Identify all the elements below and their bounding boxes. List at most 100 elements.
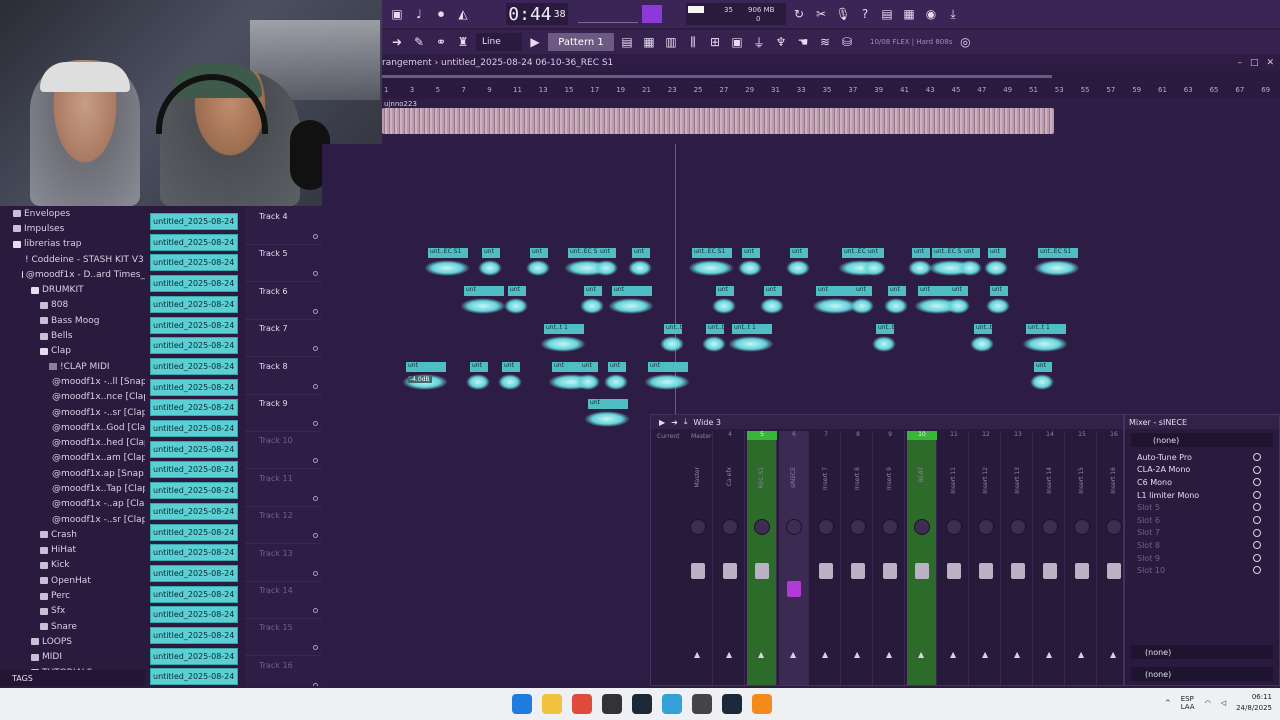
- help-icon[interactable]: ?: [856, 5, 874, 23]
- clip-source-item[interactable]: untitled_2025-08-24 06-: [150, 316, 238, 334]
- piano-roll-icon[interactable]: ▦: [640, 33, 658, 51]
- plugin-icon[interactable]: ▦: [900, 5, 918, 23]
- pattern-select[interactable]: Pattern 1: [548, 33, 614, 51]
- playlist-clip[interactable]: unt: [482, 248, 500, 258]
- playlist-clip[interactable]: unt: [612, 286, 652, 296]
- volume-fader[interactable]: [979, 563, 993, 579]
- fx-slot[interactable]: Slot 6: [1125, 514, 1279, 527]
- playlist-icon[interactable]: ▤: [618, 33, 636, 51]
- close-icon[interactable]: ✕: [1266, 58, 1274, 68]
- steam-app-icon[interactable]: [722, 694, 742, 714]
- microphone-icon[interactable]: 🎙: [834, 5, 852, 23]
- volume-fader[interactable]: [691, 563, 705, 579]
- browser-item[interactable]: Kick: [0, 558, 145, 573]
- fx-slot[interactable]: Auto-Tune Pro: [1125, 451, 1279, 464]
- app-icon[interactable]: [692, 694, 712, 714]
- clip-source-item[interactable]: untitled_2025-08-24 06-: [150, 275, 238, 293]
- playlist-clip[interactable]: unt: [406, 362, 446, 372]
- playlist-clip[interactable]: unt: [470, 362, 488, 372]
- pattern-color-swatch[interactable]: [642, 5, 662, 23]
- pan-knob[interactable]: [786, 519, 802, 535]
- playlist-clip[interactable]: unt: [580, 362, 598, 372]
- clip-source-item[interactable]: untitled_2025-08-24 06-: [150, 399, 238, 417]
- tuner-icon[interactable]: ♆: [772, 33, 790, 51]
- playlist-clip[interactable]: unt..t 1: [974, 324, 992, 334]
- fl-studio-icon[interactable]: [752, 694, 772, 714]
- pan-knob[interactable]: [1074, 519, 1090, 535]
- fx-enable-toggle[interactable]: [1253, 528, 1261, 537]
- pan-knob[interactable]: [850, 519, 866, 535]
- timeline-ruler[interactable]: 1 3 5 7 9 11 13 15 17 19 21 23 25 27 29 31 33 35 37 39 41 43 4…: [382, 84, 1280, 98]
- playlist-clip[interactable]: unt: [648, 362, 688, 372]
- pan-knob[interactable]: [818, 519, 834, 535]
- chat-icon[interactable]: ◉: [922, 5, 940, 23]
- arrow-icon[interactable]: ➜: [671, 418, 678, 427]
- play-icon[interactable]: ▶: [659, 418, 665, 427]
- playlist-clip[interactable]: unt: [950, 286, 968, 296]
- volume-fader[interactable]: [1107, 563, 1121, 579]
- track-header[interactable]: Track 13: [245, 545, 322, 582]
- track-header[interactable]: Track 10: [245, 432, 322, 470]
- link-icon[interactable]: ⚭: [432, 33, 450, 51]
- browser-item[interactable]: Perc: [0, 588, 145, 603]
- playlist-clip[interactable]: unt: [716, 286, 734, 296]
- mixer-strip[interactable]: 13 Insert 13 ▲: [1003, 431, 1033, 685]
- mixer-strip[interactable]: 11 Insert 11 ▲: [939, 431, 969, 685]
- obs-icon[interactable]: [602, 694, 622, 714]
- route-arrow-icon[interactable]: ▲: [1078, 650, 1084, 659]
- track-header[interactable]: Track 15: [245, 619, 322, 657]
- fx-slot[interactable]: Slot 9: [1125, 552, 1279, 565]
- volume-fader[interactable]: [1011, 563, 1025, 579]
- mixer-strip[interactable]: 16 Insert 16 ▲: [1099, 431, 1123, 685]
- route-arrow-icon[interactable]: ▲: [790, 650, 796, 659]
- clip-source-item[interactable]: untitled_2025-08-24 06-: [150, 357, 238, 375]
- pencil-icon[interactable]: ✎: [410, 33, 428, 51]
- pan-knob[interactable]: [690, 519, 706, 535]
- browser-item[interactable]: librerias trap: [0, 237, 145, 252]
- playlist-clip[interactable]: unt..EC S1: [692, 248, 732, 258]
- wifi-icon[interactable]: ◠: [1205, 699, 1211, 707]
- fx-enable-toggle[interactable]: [1253, 515, 1261, 524]
- playlist-clip[interactable]: unt..t 1: [706, 324, 724, 334]
- clip-source-item[interactable]: untitled_2025-08-24 06-: [150, 585, 238, 603]
- track-mute-button[interactable]: [313, 458, 318, 464]
- fx-enable-toggle[interactable]: [1253, 465, 1261, 474]
- track-mute-button[interactable]: [313, 421, 318, 426]
- playlist-clip[interactable]: unt: [962, 248, 980, 258]
- browser-item[interactable]: Clap: [0, 344, 145, 359]
- browser-item[interactable]: @moodf1x - D..ard Times_: [0, 267, 145, 282]
- fx-enable-toggle[interactable]: [1253, 503, 1261, 512]
- clip-source-item[interactable]: untitled_2025-08-24 06-: [150, 482, 238, 500]
- pan-knob[interactable]: [978, 519, 994, 535]
- stamp-icon[interactable]: ♜: [454, 33, 472, 51]
- playlist-clip[interactable]: unt: [464, 286, 504, 296]
- pattern-song-icon[interactable]: ▣: [388, 5, 406, 23]
- channel-rack-icon[interactable]: ▥: [662, 33, 680, 51]
- volume-icon[interactable]: ◁: [1221, 699, 1226, 707]
- playlist-clip[interactable]: unt..t 1: [664, 324, 682, 334]
- pan-knob[interactable]: [882, 519, 898, 535]
- mixer-strip[interactable]: 15 Insert 15 ▲: [1067, 431, 1097, 685]
- playlist-overview-scroll[interactable]: [382, 72, 1280, 82]
- minimize-icon[interactable]: –: [1237, 58, 1242, 68]
- mixer-strip[interactable]: 12 Insert 12 ▲: [971, 431, 1001, 685]
- fx-slot[interactable]: L1 limiter Mono: [1125, 489, 1279, 502]
- fx-enable-toggle[interactable]: [1253, 490, 1261, 499]
- browser-item[interactable]: @moodf1x..am [Clap]: [0, 451, 145, 466]
- pan-knob[interactable]: [914, 519, 930, 535]
- mixer-strip[interactable]: 4 Ca efx ▲: [715, 431, 745, 685]
- track-mute-button[interactable]: [313, 608, 318, 613]
- route-arrow-icon[interactable]: ▲: [1014, 650, 1020, 659]
- clip-source-item[interactable]: untitled_2025-08-24 06-: [150, 627, 238, 644]
- mixer-strip[interactable]: 6 sINECE ▲: [779, 431, 809, 685]
- pan-knob[interactable]: [722, 519, 738, 535]
- mixer-strip[interactable]: 9 Insert 9 ▲: [875, 431, 905, 685]
- fx-slot[interactable]: C6 Mono: [1125, 476, 1279, 489]
- clip-source-item[interactable]: untitled_2025-08-24 06-: [150, 647, 238, 665]
- tempo-icon[interactable]: ♩: [410, 5, 428, 23]
- volume-fader[interactable]: [787, 581, 801, 597]
- mixer-icon[interactable]: ⫼: [684, 33, 702, 51]
- mixer-strip[interactable]: 10 BEAT ▲: [907, 431, 937, 685]
- browser-item[interactable]: MIDI: [0, 650, 145, 665]
- browser-item[interactable]: @moodf1x.ap [Snap]: [0, 466, 145, 481]
